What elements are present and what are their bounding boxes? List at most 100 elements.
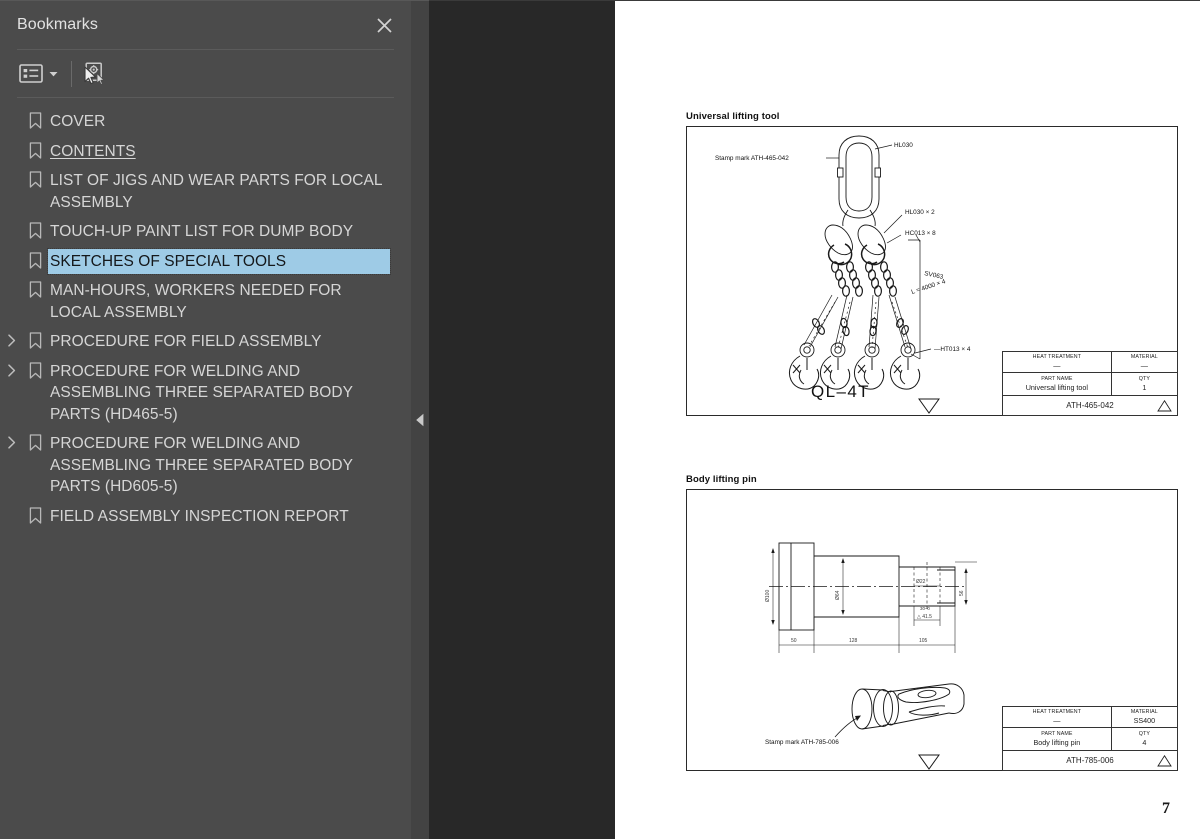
bookmark-item[interactable]: SKETCHES OF SPECIAL TOOLS xyxy=(0,247,411,277)
drawing-number: ATH-465-042 xyxy=(1066,400,1114,410)
dim-step-length: 105 xyxy=(919,638,928,644)
chevron-down-icon[interactable] xyxy=(45,61,61,87)
list-view-icon[interactable] xyxy=(17,59,45,89)
material-label: MATERIAL xyxy=(1130,353,1158,360)
bookmarks-panel: Bookmarks COVER CONTENTS LIST OF JIGS AN… xyxy=(0,0,411,839)
part-name-cell: PART NAME Universal lifting tool xyxy=(1003,373,1112,395)
list-options-group xyxy=(17,59,61,89)
expand-chevron-right-icon[interactable] xyxy=(0,431,22,449)
figure-body-lifting-pin: Body lifting pin Ø100 Ø64 56 Ø22 △ 41.5 … xyxy=(686,474,1178,771)
heat-treatment-value: — xyxy=(1053,360,1061,370)
qty-value: 1 xyxy=(1142,382,1147,392)
figure-frame: Ø100 Ø64 56 Ø22 △ 41.5 30–0 50 128 105 S… xyxy=(686,489,1178,771)
bookmark-label: TOUCH-UP PAINT LIST FOR DUMP BODY xyxy=(50,223,354,240)
figure-universal-lifting-tool: Universal lifting tool Stamp mark ATH-46… xyxy=(686,111,1178,416)
drawing-number-cell: ATH-785-006 xyxy=(1003,751,1177,770)
material-label: MATERIAL xyxy=(1130,708,1158,715)
heat-treatment-cell: HEAT TREATMENT — xyxy=(1003,352,1112,372)
revision-triangle-icon xyxy=(1157,755,1172,767)
bookmark-icon xyxy=(22,431,48,451)
bookmark-label: FIELD ASSEMBLY INSPECTION REPORT xyxy=(50,507,349,525)
chevron-left-icon xyxy=(416,413,424,427)
bookmarks-panel-header: Bookmarks xyxy=(0,1,411,49)
dim-hole: Ø22 xyxy=(916,579,926,585)
part-name-cell: PART NAME Body lifting pin xyxy=(1003,728,1112,750)
bookmark-item[interactable]: TOUCH-UP PAINT LIST FOR DUMP BODY xyxy=(0,217,411,247)
bookmark-item[interactable]: CONTENTS xyxy=(0,137,411,167)
figure-frame: Stamp mark ATH-465-042 HL030 HL030 × 2 H… xyxy=(686,126,1178,416)
document-viewport[interactable]: Universal lifting tool Stamp mark ATH-46… xyxy=(429,0,1200,839)
heat-treatment-label: HEAT TREATMENT xyxy=(1032,353,1082,360)
pdf-page: Universal lifting tool Stamp mark ATH-46… xyxy=(615,1,1200,839)
bookmark-icon xyxy=(22,249,48,269)
bookmark-item[interactable]: PROCEDURE FOR WELDING AND ASSEMBLING THR… xyxy=(0,357,411,430)
bookmark-label: MAN-HOURS, WORKERS NEEDED FOR LOCAL ASSE… xyxy=(50,282,342,321)
qty-label: QTY xyxy=(1138,375,1150,382)
bookmark-item[interactable]: COVER xyxy=(0,107,411,137)
title-block-row: ATH-465-042 xyxy=(1003,396,1177,415)
panel-title: Bookmarks xyxy=(17,16,98,33)
page-number: 7 xyxy=(1162,800,1170,817)
bookmark-label: PROCEDURE FOR FIELD ASSEMBLY xyxy=(50,333,322,350)
figure-caption: Body lifting pin xyxy=(686,474,757,485)
bookmark-item[interactable]: LIST OF JIGS AND WEAR PARTS FOR LOCAL AS… xyxy=(0,166,411,217)
bookmark-item[interactable]: PROCEDURE FOR FIELD ASSEMBLY xyxy=(0,327,411,357)
drawing-number: ATH-785-006 xyxy=(1066,755,1114,765)
part-name-label: PART NAME xyxy=(1041,375,1073,382)
drawing-number-cell: ATH-465-042 xyxy=(1003,396,1177,415)
bookmark-label: PROCEDURE FOR WELDING AND ASSEMBLING THR… xyxy=(50,362,353,423)
bookmark-icon xyxy=(22,278,48,298)
bookmark-icon xyxy=(22,359,48,379)
bookmark-label: SKETCHES OF SPECIAL TOOLS xyxy=(47,247,391,275)
model-designation: QL–4T xyxy=(811,382,870,401)
qty-cell: QTY 4 xyxy=(1112,728,1177,750)
part-name-value: Body lifting pin xyxy=(1033,737,1081,747)
heat-treatment-label: HEAT TREATMENT xyxy=(1032,708,1082,715)
revision-triangle-icon xyxy=(1157,400,1172,412)
dim-angle-tol: △ 41.5 xyxy=(917,614,932,620)
expand-chevron-right-icon[interactable] xyxy=(0,359,22,377)
title-block-row: HEAT TREATMENT — MATERIAL SS400 xyxy=(1003,707,1177,728)
annotation-hl030x2: HL030 × 2 xyxy=(905,209,935,216)
toolbar-divider xyxy=(71,60,72,87)
heat-treatment-cell: HEAT TREATMENT — xyxy=(1003,707,1112,727)
annotation-stamp-mark: Stamp mark ATH-465-042 xyxy=(715,155,789,162)
bookmark-icon xyxy=(22,219,48,239)
dim-shaft-length: 128 xyxy=(849,638,858,644)
bookmark-item[interactable]: PROCEDURE FOR WELDING AND ASSEMBLING THR… xyxy=(0,429,411,502)
bookmark-item[interactable]: MAN-HOURS, WORKERS NEEDED FOR LOCAL ASSE… xyxy=(0,276,411,327)
material-cell: MATERIAL SS400 xyxy=(1112,707,1177,727)
bookmark-label: LIST OF JIGS AND WEAR PARTS FOR LOCAL AS… xyxy=(50,172,383,211)
bookmark-icon xyxy=(22,504,48,524)
heat-treatment-value: — xyxy=(1053,715,1061,725)
dim-head-length: 50 xyxy=(791,638,797,644)
title-block-row: ATH-785-006 xyxy=(1003,751,1177,770)
dim-end-diameter: 56 xyxy=(959,590,965,596)
annotation-ht013x4: —HT013 × 4 xyxy=(934,346,971,353)
bookmark-icon xyxy=(22,109,48,129)
title-block-row: PART NAME Universal lifting tool QTY 1 xyxy=(1003,373,1177,396)
material-value: SS400 xyxy=(1133,715,1156,725)
expand-chevron-right-icon[interactable] xyxy=(0,329,22,347)
annotation-hl030: HL030 xyxy=(894,142,913,149)
bookmark-label: CONTENTS xyxy=(50,142,136,160)
dim-head-diameter: Ø100 xyxy=(765,590,771,602)
qty-cell: QTY 1 xyxy=(1112,373,1177,395)
title-block: HEAT TREATMENT — MATERIAL SS400 PART NAM… xyxy=(1002,706,1178,771)
title-block-row: PART NAME Body lifting pin QTY 4 xyxy=(1003,728,1177,751)
bookmark-list: COVER CONTENTS LIST OF JIGS AND WEAR PARTS… xyxy=(0,98,411,839)
material-cell: MATERIAL — xyxy=(1112,352,1177,372)
qty-value: 4 xyxy=(1142,737,1147,747)
figure-caption: Universal lifting tool xyxy=(686,111,780,122)
bookmark-label: COVER xyxy=(50,113,106,130)
bookmark-label: PROCEDURE FOR WELDING AND ASSEMBLING THR… xyxy=(50,435,353,495)
title-block: HEAT TREATMENT — MATERIAL — PART NAME Un… xyxy=(1002,351,1178,416)
panel-collapse-handle[interactable] xyxy=(411,0,429,839)
pdf-viewer-window: Bookmarks COVER CONTENTS LIST OF JIGS AN… xyxy=(0,0,1200,839)
bookmark-item[interactable]: FIELD ASSEMBLY INSPECTION REPORT xyxy=(0,502,411,532)
annotation-hc013x8: HC013 × 8 xyxy=(905,230,936,237)
annotation-stamp-mark: Stamp mark ATH-785-006 xyxy=(765,739,839,746)
close-icon[interactable] xyxy=(371,12,397,38)
dim-hole-depth: 30–0 xyxy=(920,606,930,611)
expand-current-bookmark-icon[interactable] xyxy=(81,59,107,89)
